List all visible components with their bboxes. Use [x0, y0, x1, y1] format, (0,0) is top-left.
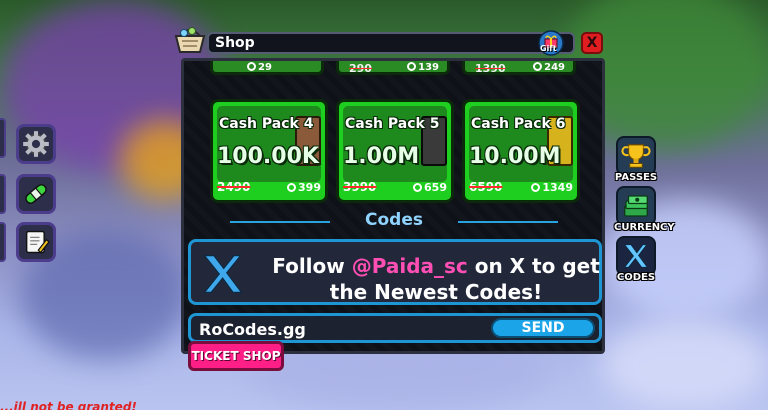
codes-promo-box: Follow @Paida_sc on X to get the Newest … [188, 239, 602, 305]
divider [230, 221, 330, 223]
codes-label: CODES [616, 272, 656, 283]
pack-price: 1349 [531, 181, 573, 194]
pack-price-value: 659 [424, 181, 447, 194]
pack-name: Cash Pack 4 [219, 116, 314, 132]
price-value: 29 [258, 62, 272, 73]
notepad-icon [25, 230, 50, 254]
top-pack-card[interactable]: 1390 249 [462, 61, 576, 75]
left-edge-tab[interactable] [0, 222, 6, 262]
ticket-currency-icon [247, 62, 256, 71]
x-logo-icon [623, 244, 648, 268]
ticket-currency-icon [533, 62, 543, 71]
follow-text: Follow @Paida_sc on X to get [271, 254, 601, 278]
price-value: 139 [418, 62, 439, 73]
codes-section-header: Codes [184, 208, 602, 232]
pack-price: 399 [287, 181, 321, 194]
cash-pack-5-card[interactable]: Cash Pack 5 1.00M 3990 659 [336, 99, 454, 203]
price: 29 [247, 62, 272, 73]
settings-button[interactable] [16, 124, 56, 164]
old-price: 1390 [475, 62, 506, 75]
bottom-notice: ...ill not be granted! [0, 400, 137, 410]
pack-old-price: 3990 [343, 180, 377, 194]
currency-icon-frame [616, 186, 656, 226]
pack-old-price: 6590 [469, 180, 503, 194]
pack-price-value: 1349 [542, 181, 573, 194]
shopping-basket-icon [174, 27, 206, 53]
gear-icon [23, 131, 49, 157]
top-pack-card[interactable]: 290 139 [336, 61, 450, 75]
divider [458, 221, 558, 223]
pack-price: 659 [413, 181, 447, 194]
shop-title: Shop [215, 35, 255, 51]
shop-title-bar: Shop [207, 32, 575, 54]
ticket-shop-button[interactable]: TICKET SHOP [188, 341, 284, 371]
passes-icon-frame [616, 136, 656, 176]
ticket-currency-icon [287, 183, 297, 192]
bandage-button[interactable] [16, 174, 56, 214]
codes-button[interactable]: CODES [614, 236, 658, 283]
notes-button[interactable] [16, 222, 56, 262]
code-entry-bar: SEND [188, 313, 602, 343]
price: 139 [407, 62, 439, 73]
bandage-icon [25, 184, 47, 204]
codes-icon-frame [616, 236, 656, 276]
pack-amount: 10.00M [469, 144, 561, 169]
passes-button[interactable]: PASSES [614, 136, 658, 183]
trophy-icon [621, 144, 651, 168]
twitter-handle: @Paida_sc [351, 254, 468, 278]
left-edge-tab[interactable] [0, 118, 6, 158]
currency-label: CURRENCY [614, 222, 675, 233]
pack-name: Cash Pack 6 [471, 116, 566, 132]
pack-name: Cash Pack 5 [345, 116, 440, 132]
close-button[interactable]: X [581, 32, 603, 54]
price: 249 [533, 62, 565, 73]
code-input[interactable] [199, 319, 479, 339]
ticket-currency-icon [531, 183, 541, 192]
pack-amount: 100.00K [217, 144, 319, 169]
ticket-currency-icon [407, 62, 417, 71]
pack-old-price: 2490 [217, 180, 251, 194]
passes-label: PASSES [614, 172, 658, 183]
send-button[interactable]: SEND [491, 318, 595, 338]
old-price: 290 [349, 62, 372, 75]
price-value: 249 [544, 62, 565, 73]
cash-pack-6-card[interactable]: Cash Pack 6 10.00M 6590 1349 [462, 99, 580, 203]
cash-pack-4-card[interactable]: Cash Pack 4 100.00K 2490 399 [210, 99, 328, 203]
currency-button[interactable]: CURRENCY [614, 186, 675, 233]
left-edge-tab[interactable] [0, 174, 6, 214]
x-logo-icon [203, 255, 243, 293]
ticket-currency-icon [413, 183, 423, 192]
shop-panel: 29 290 139 1390 249 Cash Pack 4 100.00K … [181, 58, 605, 354]
gift-label: Gift [540, 44, 557, 53]
top-pack-card[interactable]: 29 [210, 61, 324, 75]
follow-prefix: Follow [272, 254, 352, 278]
follow-text-line2: the Newest Codes! [329, 280, 543, 304]
pack-price-value: 399 [298, 181, 321, 194]
money-stack-icon [624, 195, 648, 217]
follow-suffix: on X to get [467, 254, 600, 278]
pack-amount: 1.00M [343, 144, 420, 169]
codes-title: Codes [365, 210, 423, 230]
